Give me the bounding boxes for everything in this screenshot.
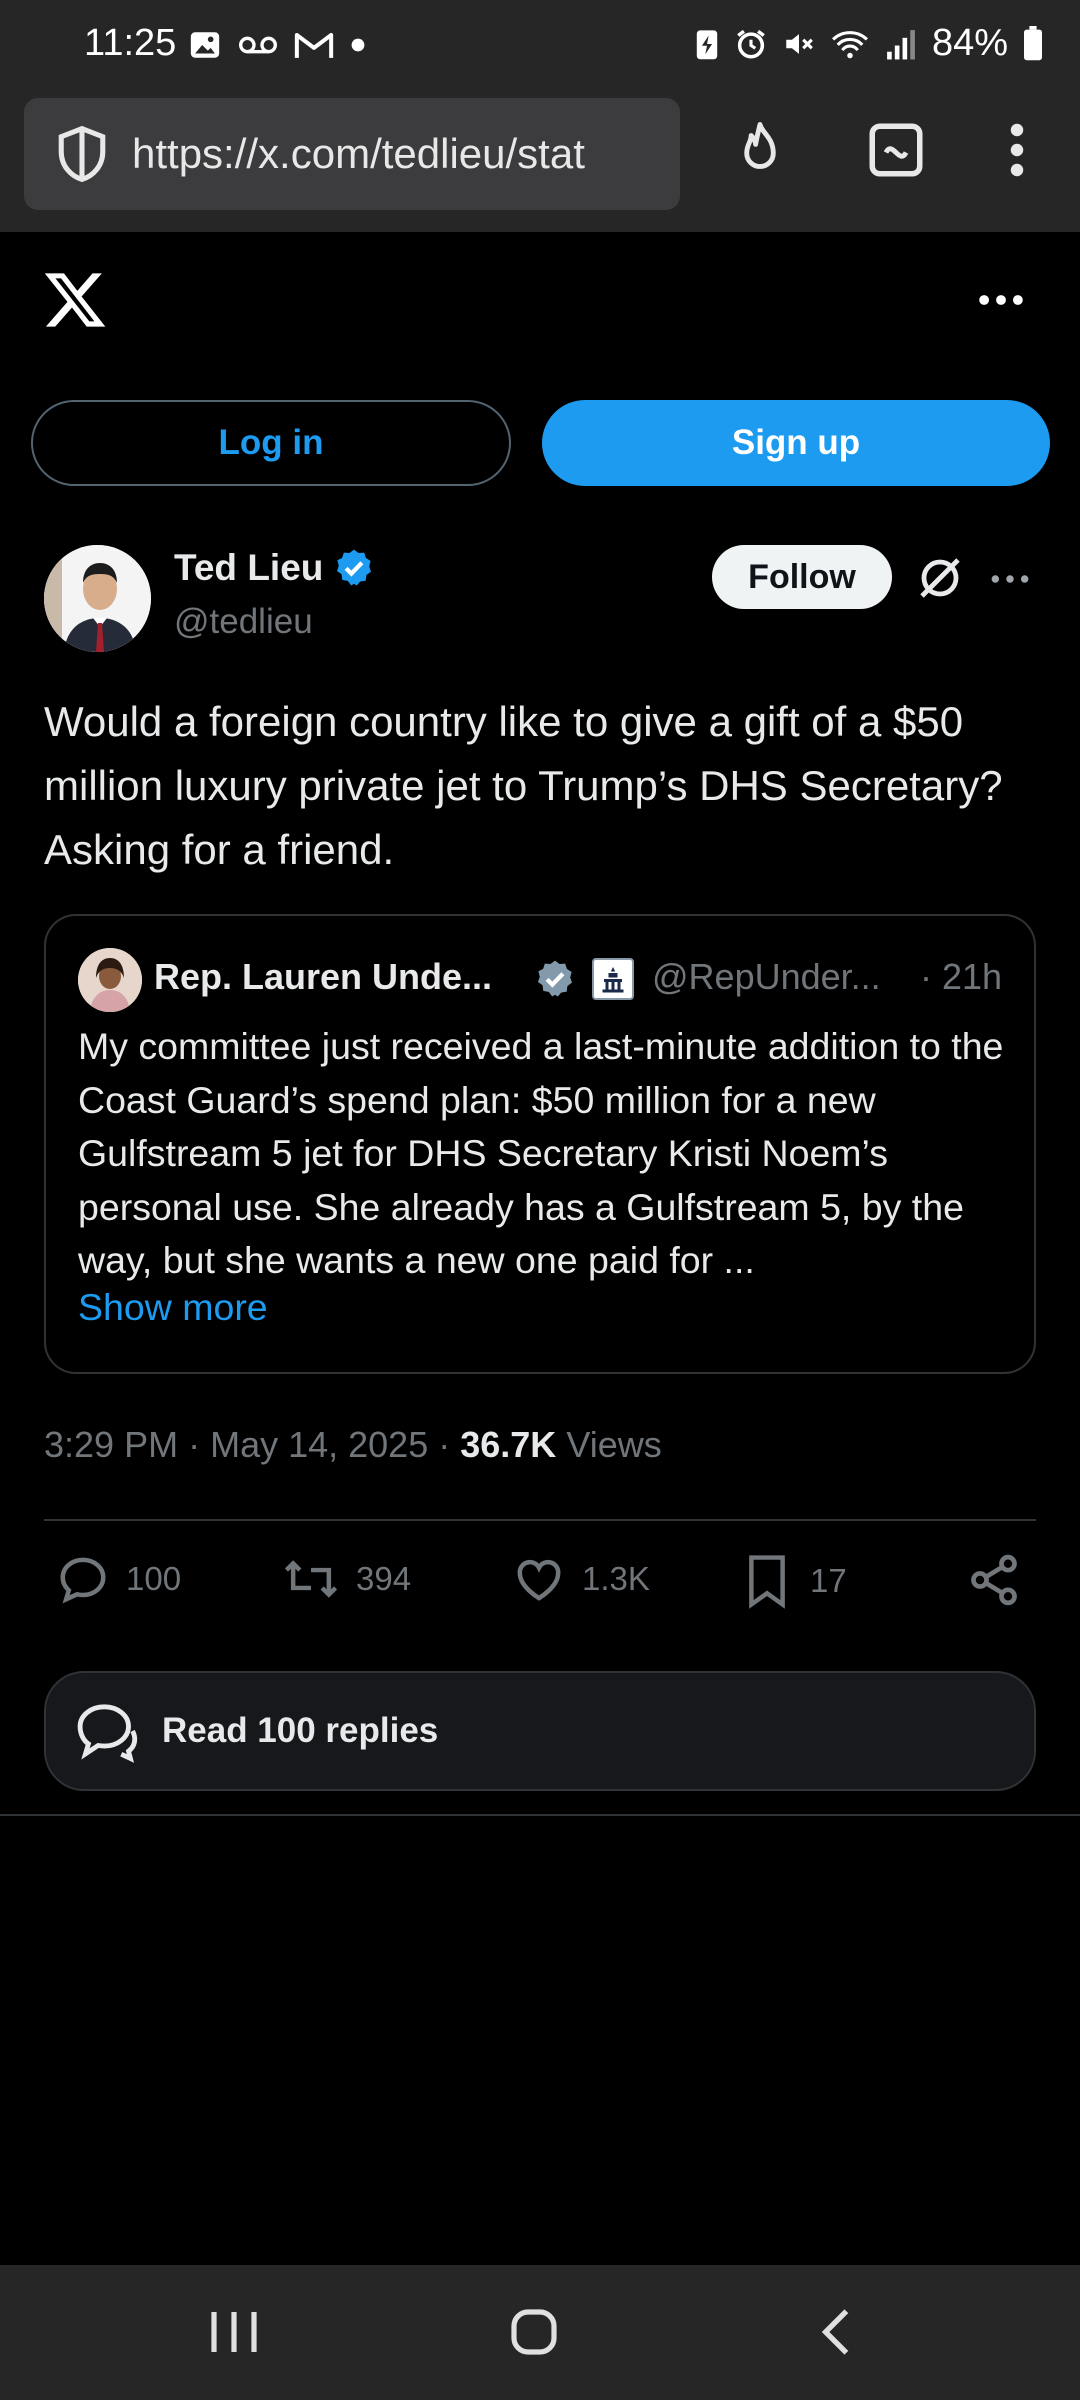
replies-bubble-icon xyxy=(77,1704,138,1763)
quoted-author-name[interactable]: Rep. Lauren Unde... xyxy=(154,956,492,998)
url-text[interactable]: https://x.com/tedlieu/stat xyxy=(132,130,672,178)
views-count: 36.7K xyxy=(460,1424,557,1465)
show-more-link[interactable]: Show more xyxy=(78,1286,268,1329)
reply-count: 100 xyxy=(126,1560,182,1597)
home-icon[interactable] xyxy=(508,2305,560,2359)
tweet-more-icon[interactable] xyxy=(990,572,1030,586)
status-left-icons xyxy=(188,28,366,62)
url-bar[interactable]: https://x.com/tedlieu/stat xyxy=(24,98,680,210)
signal-icon xyxy=(887,29,915,59)
tweet-meta: 3:29 PM · May 14, 2025 · 36.7K Views xyxy=(44,1424,662,1465)
views-label: Views xyxy=(566,1424,662,1465)
gmail-icon xyxy=(294,33,334,58)
repost-count: 394 xyxy=(356,1560,412,1597)
reply-button[interactable]: 100 xyxy=(56,1552,181,1606)
grok-icon[interactable] xyxy=(916,554,964,602)
signup-button[interactable]: Sign up xyxy=(542,400,1050,486)
follow-button[interactable]: Follow xyxy=(712,545,892,609)
system-nav-bar xyxy=(0,2265,1080,2400)
reply-icon xyxy=(60,1557,106,1604)
repost-icon xyxy=(284,1560,338,1598)
flame-icon[interactable] xyxy=(732,120,788,182)
tweet-text: Would a foreign country like to give a g… xyxy=(44,698,1003,873)
battery-saver-icon xyxy=(696,29,718,59)
quoted-tweet-time[interactable]: · 21h xyxy=(920,956,1002,998)
more-options-icon[interactable] xyxy=(978,292,1024,308)
login-button[interactable]: Log in xyxy=(31,400,511,486)
status-bar: 11:25 84% xyxy=(0,0,1080,94)
wifi-icon xyxy=(831,30,868,58)
dot-icon xyxy=(351,38,365,52)
shield-icon[interactable] xyxy=(54,124,110,184)
author-name[interactable]: Ted Lieu xyxy=(174,547,323,589)
share-button[interactable] xyxy=(966,1552,1022,1608)
quoted-author-handle[interactable]: @RepUnder... xyxy=(652,956,881,998)
like-icon xyxy=(517,1559,561,1601)
author-handle[interactable]: @tedlieu xyxy=(174,602,313,642)
back-icon[interactable] xyxy=(816,2305,856,2359)
bookmark-button[interactable]: 17 xyxy=(740,1552,847,1610)
repost-button[interactable]: 394 xyxy=(282,1552,411,1606)
mute-icon xyxy=(786,33,813,54)
like-count: 1.3K xyxy=(582,1560,650,1597)
image-icon xyxy=(190,32,220,58)
read-replies-button[interactable]: Read 100 replies xyxy=(44,1671,1036,1791)
quoted-author-avatar[interactable] xyxy=(78,948,142,1012)
verified-badge-icon xyxy=(337,549,372,586)
author-avatar[interactable] xyxy=(44,545,151,652)
divider xyxy=(44,1519,1036,1521)
author-name-row[interactable]: Ted Lieu xyxy=(174,547,375,589)
alarm-icon xyxy=(737,29,765,59)
tweet-time[interactable]: 3:29 PM xyxy=(44,1424,178,1465)
tweet-date[interactable]: May 14, 2025 xyxy=(210,1424,428,1465)
browser-toolbar: https://x.com/tedlieu/stat xyxy=(0,94,1080,232)
tweet-actions: 100 394 1.3K 17 xyxy=(0,1552,1080,1618)
recents-icon[interactable] xyxy=(204,2305,264,2359)
share-icon xyxy=(971,1554,1017,1606)
capitol-affiliation-icon xyxy=(592,958,634,1000)
status-right-icons: 84% xyxy=(694,22,1044,65)
overflow-icon[interactable] xyxy=(1000,120,1034,180)
tabs-icon[interactable] xyxy=(866,120,926,180)
bookmark-icon xyxy=(749,1555,785,1609)
like-button[interactable]: 1.3K xyxy=(512,1552,650,1606)
section-divider xyxy=(0,1814,1080,1816)
battery-percent: 84% xyxy=(931,22,1008,64)
x-logo-icon[interactable] xyxy=(44,270,108,330)
voicemail-icon xyxy=(239,36,277,54)
status-time: 11:25 xyxy=(84,22,177,64)
battery-icon xyxy=(1024,25,1042,60)
bookmark-count: 17 xyxy=(810,1562,847,1599)
quoted-tweet-text: My committee just received a last-minute… xyxy=(78,1025,1004,1281)
read-replies-label[interactable]: Read 100 replies xyxy=(162,1711,438,1751)
quoted-tweet-card[interactable]: Rep. Lauren Unde... @RepUnder... · 21h M… xyxy=(44,914,1036,1374)
government-verified-badge-icon xyxy=(538,960,572,997)
